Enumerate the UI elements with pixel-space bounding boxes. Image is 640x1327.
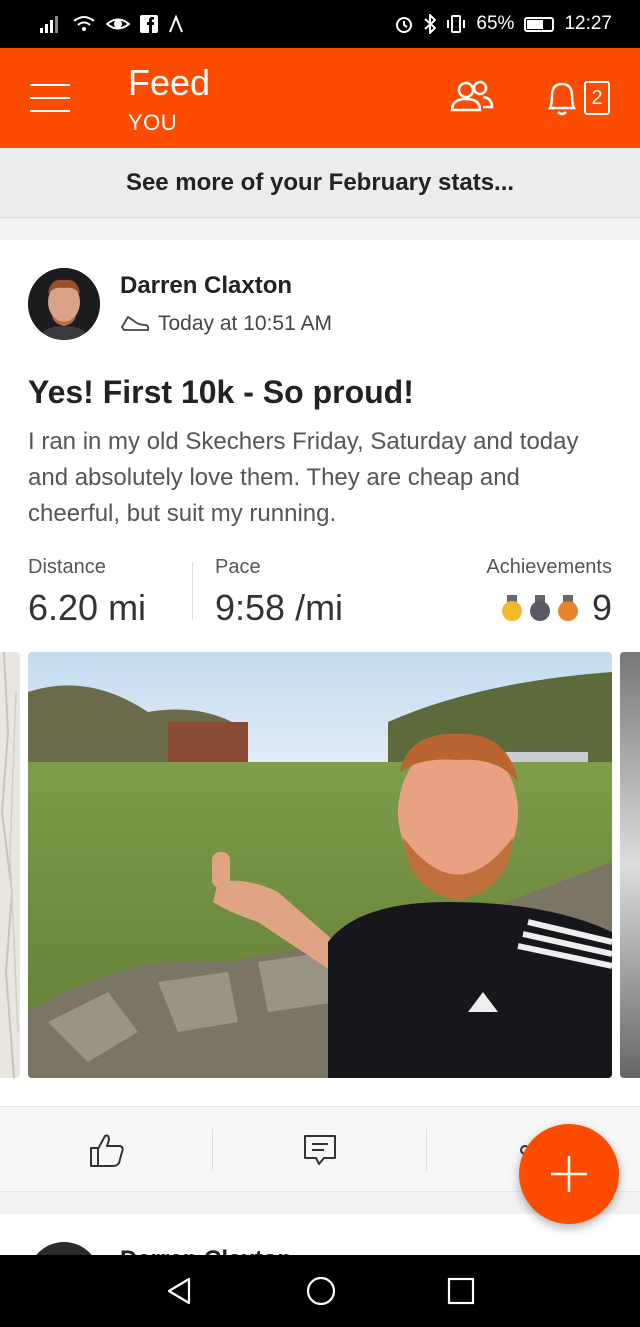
next-photo-thumbnail[interactable]	[620, 652, 640, 1078]
battery-icon	[524, 16, 555, 32]
monthly-stats-banner[interactable]: See more of your February stats...	[0, 148, 640, 218]
activity-timestamp: Today at 10:51 AM	[158, 312, 332, 335]
route-map-thumbnail[interactable]	[0, 652, 20, 1078]
distance-label: Distance	[28, 556, 106, 578]
medals: 9	[486, 587, 612, 629]
bronze-medal-icon	[557, 595, 578, 621]
activity-description: I ran in my old Skechers Friday, Saturda…	[28, 428, 579, 527]
notification-badge: 2	[584, 81, 610, 115]
activity-photo[interactable]	[28, 652, 612, 1078]
stat-divider	[192, 562, 193, 620]
system-nav-bar	[0, 1255, 640, 1327]
status-icons-left	[40, 15, 184, 33]
media-carousel[interactable]	[0, 652, 640, 1078]
pace-value: 9:58 /mi	[215, 587, 344, 628]
eye-icon	[106, 18, 130, 30]
distance-value: 6.20 mi	[28, 587, 147, 628]
activity-card[interactable]: Darren Claxton Today at 10:51 AM Yes! Fi…	[0, 240, 640, 1192]
menu-icon[interactable]	[30, 84, 70, 112]
pace-stat: Pace 9:58 /mi	[215, 556, 343, 629]
app-bar: Feed YOU 2	[0, 48, 640, 148]
home-icon[interactable]	[305, 1275, 337, 1307]
achievements-label: Achievements	[486, 556, 612, 578]
page-title: Feed	[128, 62, 211, 103]
strava-icon	[169, 15, 183, 33]
comment-button[interactable]	[213, 1107, 426, 1193]
thumbs-up-icon	[89, 1134, 124, 1167]
athlete-name[interactable]: Darren Claxton	[120, 272, 292, 300]
achievements-count: 9	[591, 587, 612, 628]
page-subtitle[interactable]: YOU	[128, 110, 177, 136]
bluetooth-icon	[424, 14, 437, 34]
activity-meta: Today at 10:51 AM	[120, 312, 332, 336]
distance-stat: Distance 6.20 mi	[28, 556, 146, 629]
pace-label: Pace	[215, 556, 261, 578]
add-activity-button[interactable]	[519, 1124, 619, 1224]
back-icon[interactable]	[165, 1276, 195, 1306]
people-icon[interactable]	[450, 80, 494, 116]
shoe-icon	[120, 315, 150, 331]
comment-icon	[303, 1135, 336, 1165]
activity-title[interactable]: Yes! First 10k - So proud!	[28, 374, 414, 411]
silver-medal-icon	[529, 595, 550, 621]
signal-icon	[40, 16, 58, 33]
status-icons-right: 65% 12:27	[394, 13, 612, 35]
clock: 12:27	[564, 13, 612, 34]
facebook-icon	[140, 15, 158, 33]
status-bar: 65% 12:27	[0, 0, 640, 48]
gold-medal-icon	[501, 595, 522, 621]
avatar[interactable]	[28, 268, 100, 340]
recents-icon[interactable]	[447, 1277, 475, 1305]
achievements-stat[interactable]: Achievements 9	[486, 556, 612, 629]
kudos-button[interactable]	[0, 1107, 213, 1193]
alarm-icon	[396, 17, 413, 33]
battery-percent: 65%	[476, 13, 515, 34]
plus-icon	[551, 1156, 587, 1192]
notifications-button[interactable]: 2	[544, 78, 610, 118]
bell-icon	[547, 82, 577, 116]
wifi-icon	[73, 16, 95, 31]
vibrate-icon	[447, 15, 466, 33]
